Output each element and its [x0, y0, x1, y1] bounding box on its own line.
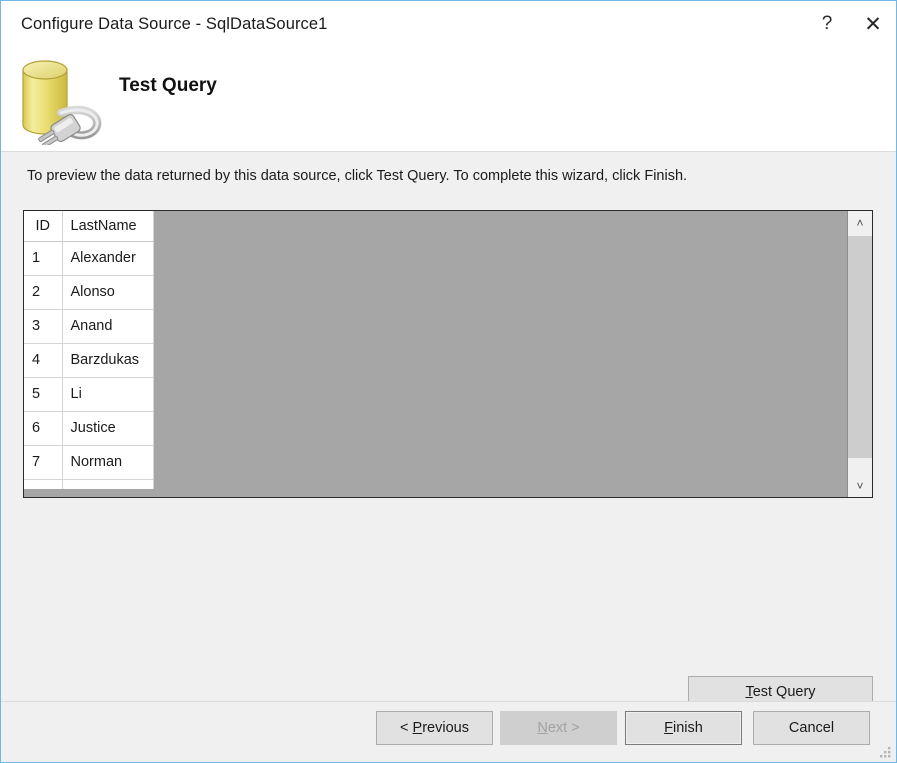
cell-lastname[interactable]: Alonso	[62, 275, 154, 310]
table-row[interactable]: 5 Li	[24, 377, 154, 412]
table-row[interactable]: 2 Alonso	[24, 275, 154, 310]
cell-lastname[interactable]: Anand	[62, 309, 154, 344]
next-label: Next >	[537, 720, 579, 736]
next-accel: N	[537, 720, 548, 736]
next-button[interactable]: Next >	[500, 711, 617, 745]
window-title: Configure Data Source - SqlDataSource1	[21, 15, 328, 33]
close-icon[interactable]: ✕	[850, 1, 896, 47]
next-label-suffix: ext >	[547, 720, 580, 736]
test-query-label: Test Query	[745, 684, 815, 700]
cell-id[interactable]: 4	[24, 343, 63, 378]
previous-accel: P	[412, 720, 423, 736]
table-row[interactable]: 3 Anand	[24, 309, 154, 344]
test-query-label-suffix: est Query	[752, 684, 816, 700]
configure-data-source-dialog: Configure Data Source - SqlDataSource1 ?…	[0, 0, 897, 763]
table-row[interactable]: 1 Alexander	[24, 241, 154, 276]
page-title: Test Query	[119, 75, 217, 96]
scroll-down-icon[interactable]: ˅	[848, 474, 872, 497]
finish-label-suffix: inish	[673, 720, 703, 736]
column-header-lastname[interactable]: LastName	[62, 211, 154, 242]
resize-grip-icon[interactable]	[879, 746, 892, 759]
finish-label: Finish	[664, 720, 703, 736]
test-query-accel: T	[745, 684, 753, 700]
table-body: 1 Alexander 2 Alonso 3 Anand 4 Barzdukas…	[24, 241, 154, 489]
previous-label-suffix: revious	[422, 720, 469, 736]
intro-text: To preview the data returned by this dat…	[27, 168, 688, 184]
results-table: ID LastName 1 Alexander 2 Alonso 3 Anand…	[24, 211, 154, 489]
finish-accel: F	[664, 720, 674, 736]
database-plug-icon	[13, 53, 109, 148]
previous-label: < Previous	[400, 720, 469, 736]
table-row-partial[interactable]	[24, 479, 154, 489]
cell-id[interactable]: 3	[24, 309, 63, 344]
table-row[interactable]: 7 Norman	[24, 445, 154, 480]
cell-lastname[interactable]: Alexander	[62, 241, 154, 276]
dialog-body: To preview the data returned by this dat…	[1, 152, 896, 762]
column-header-id[interactable]: ID	[24, 211, 63, 242]
grid-scroll-track[interactable]	[848, 234, 872, 474]
results-grid[interactable]: ID LastName 1 Alexander 2 Alonso 3 Anand…	[23, 210, 873, 498]
cell-id[interactable]: 2	[24, 275, 63, 310]
cell-lastname[interactable]	[62, 479, 154, 489]
grid-scroll-thumb[interactable]	[848, 236, 872, 458]
table-header-row: ID LastName	[24, 211, 154, 242]
cell-lastname[interactable]: Justice	[62, 411, 154, 446]
previous-label-prefix: <	[400, 720, 413, 736]
cancel-label: Cancel	[788, 720, 835, 736]
scroll-up-icon[interactable]: ˄	[848, 211, 872, 234]
cell-id[interactable]: 1	[24, 241, 63, 276]
table-row[interactable]: 4 Barzdukas	[24, 343, 154, 378]
cell-id[interactable]: 7	[24, 445, 63, 480]
title-bar: Configure Data Source - SqlDataSource1 ?…	[1, 1, 896, 51]
cell-id[interactable]: 6	[24, 411, 63, 446]
table-row[interactable]: 6 Justice	[24, 411, 154, 446]
grid-vertical-scrollbar[interactable]: ˄ ˅	[847, 211, 872, 497]
wizard-header: Test Query	[1, 51, 896, 152]
cell-id[interactable]	[24, 479, 63, 489]
cell-id[interactable]: 5	[24, 377, 63, 412]
results-grid-viewport: ID LastName 1 Alexander 2 Alonso 3 Anand…	[24, 211, 847, 497]
previous-button[interactable]: < Previous	[376, 711, 493, 745]
help-icon[interactable]: ?	[804, 1, 850, 47]
cell-lastname[interactable]: Li	[62, 377, 154, 412]
cell-lastname[interactable]: Norman	[62, 445, 154, 480]
cancel-button[interactable]: Cancel	[753, 711, 870, 745]
finish-button[interactable]: Finish	[625, 711, 742, 745]
cell-lastname[interactable]: Barzdukas	[62, 343, 154, 378]
title-bar-buttons: ? ✕	[804, 1, 896, 47]
